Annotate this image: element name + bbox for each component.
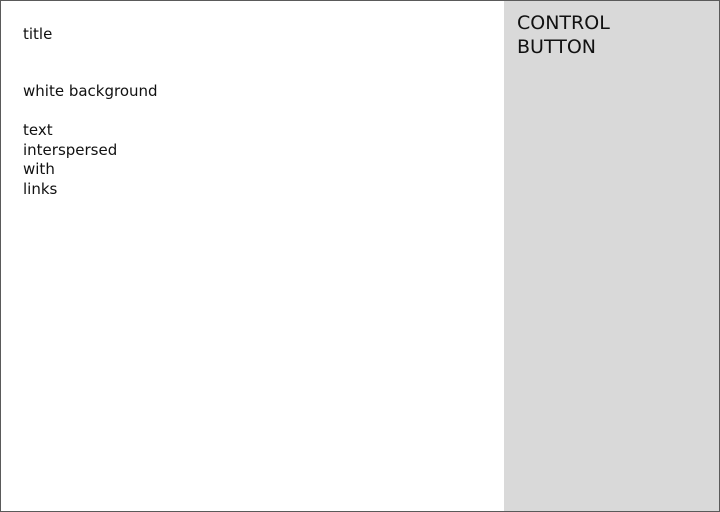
paragraph-line: interspersed	[23, 140, 118, 159]
control-pane: CONTROL BUTTON	[504, 1, 719, 511]
control-button[interactable]: CONTROL BUTTON	[517, 11, 610, 59]
body-text: white background text interspersed with …	[23, 82, 158, 199]
page-title: title	[23, 25, 53, 43]
paragraph-line: with	[23, 160, 55, 178]
app-window: title white background text interspersed…	[0, 0, 720, 512]
paragraph-line: text	[23, 121, 53, 139]
control-button-label-line: CONTROL	[517, 12, 610, 34]
content-pane: title white background text interspersed…	[1, 1, 504, 511]
background-note: white background	[23, 82, 158, 100]
paragraph-line: links	[23, 179, 58, 198]
control-button-label-line: BUTTON	[517, 36, 596, 58]
